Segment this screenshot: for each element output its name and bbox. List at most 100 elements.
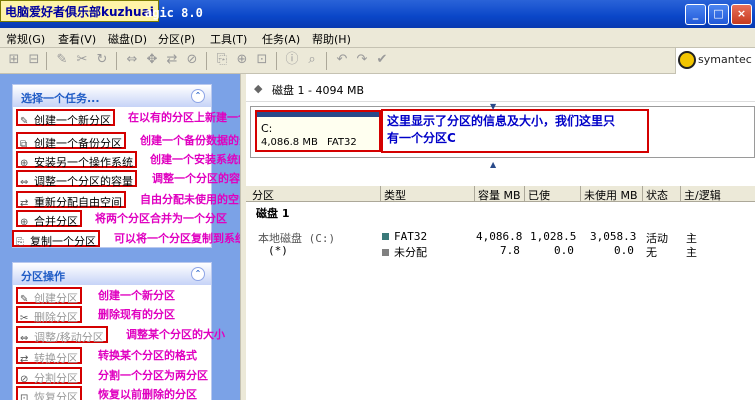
partition-name: C: [261,122,273,135]
menu-tasks[interactable]: 任务(A) [262,31,300,47]
annotation-line: 有一个分区C [387,131,456,145]
partition-ops-header[interactable]: 分区操作 ⌃ [13,263,211,285]
window-title: agic 8.0 [145,6,203,20]
convert-icon[interactable]: ⇄ [164,52,180,68]
disk-header: ◆ 磁盘 1 - 4094 MB [246,74,755,102]
partition-ops-title: 分区操作 [21,270,65,283]
partition-usage-bar [257,112,379,117]
col-type[interactable]: 类型 [384,187,406,203]
row-name[interactable]: (*) [268,244,288,257]
marker-bottom-icon: ▲ [490,160,497,169]
convert-icon: ⇄ [20,354,29,365]
maximize-button[interactable]: □ [708,4,729,25]
menu-tools[interactable]: 工具(T) [210,31,247,47]
add-partition-icon[interactable]: ⊞ [6,52,22,68]
title-overlay-label: 电脑爱好者俱乐部kuzhuai [0,0,159,22]
delete-icon[interactable]: ✂ [74,52,90,68]
task-redistribute-space[interactable]: ⇄ 重新分配自由空间 [16,191,126,209]
search-icon[interactable]: ⌕ [304,52,320,68]
disk-title: 磁盘 1 - 4094 MB [272,84,364,97]
resize-icon: ⇔ [20,333,29,344]
close-button[interactable]: × [731,4,752,25]
annotation-line: 这里显示了分区的信息及大小，我们这里只 [387,114,616,128]
fs-color-icon [382,233,389,240]
col-capacity[interactable]: 容量 MB [478,187,521,203]
op-resize-move-partition[interactable]: ⇔ 调整/移动分区 [16,326,108,344]
create-icon: ✎ [20,294,29,305]
col-unused[interactable]: 未使用 MB [584,187,638,203]
symantec-logo-icon [678,51,696,69]
merge-icon[interactable]: ⊕ [234,52,250,68]
remove-partition-icon[interactable]: ⊟ [26,52,42,68]
row-status: 无 [646,246,657,259]
row-type: FAT32 [382,230,427,243]
task-copy-partition[interactable]: ⎘ 复制一个分区 [12,230,100,248]
annotation: 删除现有的分区 [98,308,175,321]
task-group-header[interactable]: 选择一个任务... ⌃ [13,85,211,107]
disk-view: ◆ 磁盘 1 - 4094 MB C: 4,086.8 MB FAT32 这里显… [246,74,755,400]
move-icon[interactable]: ✥ [144,52,160,68]
undo-icon[interactable]: ↶ [334,52,350,68]
copy-icon[interactable]: ⎘ [214,52,230,68]
menu-partition[interactable]: 分区(P) [158,31,195,47]
info-icon[interactable]: ⓘ [284,52,300,68]
col-used[interactable]: 已使 [528,187,550,203]
col-primary-logical[interactable]: 主/逻辑 [684,187,721,203]
disk-map: C: 4,086.8 MB FAT32 这里显示了分区的信息及大小，我们这里只 … [250,106,755,158]
fs-color-icon [382,249,389,256]
menu-general[interactable]: 常规(G) [6,31,45,47]
task-merge-partitions[interactable]: ⊕ 合并分区 [16,210,82,228]
row-capacity: 7.8 [500,244,520,257]
create-icon[interactable]: ✎ [54,52,70,68]
annotation: 调整一个分区的容量 [152,172,251,185]
row-capacity: 4,086.8 [476,230,523,243]
op-delete-partition[interactable]: ✂ 删除分区 [16,306,82,324]
task-create-partition[interactable]: ✎ 创建一个新分区 [16,109,115,127]
resize-icon: ⇔ [20,177,29,188]
copy-icon: ⎘ [16,237,24,248]
toolbar: ⊞ ⊟ ✎ ✂ ↻ ⇔ ✥ ⇄ ⊘ ⎘ ⊕ ⊡ ⓘ ⌕ ↶ ↷ ✔ [0,48,755,74]
row-used: 1,028.5 [530,230,577,243]
op-recover-partition[interactable]: ⊡ 恢复分区 [16,386,82,400]
task-resize-partition[interactable]: ⇔ 调整一个分区的容量 [16,170,137,188]
col-status[interactable]: 状态 [646,187,668,203]
menu-disk[interactable]: 磁盘(D) [108,31,147,47]
menu-view[interactable]: 查看(V) [58,31,96,47]
create-partition-icon: ✎ [20,116,29,127]
annotation: 将两个分区合并为一个分区 [95,212,227,225]
brand-area: symantec [675,48,755,74]
collapse-icon[interactable]: ⌃ [191,89,205,103]
task-create-backup[interactable]: ⧉ 创建一个备份分区 [16,132,126,150]
task-install-os[interactable]: ⊕ 安装另一个操作系统 [16,151,137,169]
redo-icon[interactable]: ↷ [354,52,370,68]
disk-icon: ◆ [254,82,263,95]
recover-icon[interactable]: ⊡ [254,52,270,68]
partition-annotation: 这里显示了分区的信息及大小，我们这里只 有一个分区C [381,109,649,153]
op-convert-partition[interactable]: ⇄ 转换分区 [16,347,82,365]
annotation: 自由分配未使用的空间 [140,193,250,206]
annotation: 创建一个新分区 [98,289,175,302]
resize-icon[interactable]: ⇔ [124,52,140,68]
refresh-icon[interactable]: ↻ [94,52,110,68]
partition-size: 4,086.8 MB [261,137,318,148]
title-bar: 电脑爱好者俱乐部kuzhuai agic 8.0 _ □ × [0,0,755,28]
split-icon[interactable]: ⊘ [184,52,200,68]
install-os-icon: ⊕ [20,158,29,169]
redistribute-icon: ⇄ [20,198,29,209]
row-unused: 0.0 [614,244,634,257]
op-split-partition[interactable]: ⊘ 分割分区 [16,367,82,385]
apply-icon[interactable]: ✔ [374,52,390,68]
annotation: 恢复以前删除的分区 [98,388,197,400]
split-icon: ⊘ [20,374,29,385]
table-group-disk1: 磁盘 1 [256,207,290,220]
col-partition[interactable]: 分区 [252,187,274,203]
row-used: 0.0 [554,244,574,257]
delete-icon: ✂ [20,313,29,324]
minimize-button[interactable]: _ [685,4,706,25]
partition-block-c[interactable]: C: 4,086.8 MB FAT32 [255,110,381,152]
table-header: 分区 类型 容量 MB 已使 未使用 MB 状态 主/逻辑 [246,186,755,202]
menu-help[interactable]: 帮助(H) [312,31,351,47]
op-create-partition[interactable]: ✎ 创建分区 [16,287,82,305]
collapse-icon[interactable]: ⌃ [191,267,205,281]
annotation: 转换某个分区的格式 [98,349,197,362]
